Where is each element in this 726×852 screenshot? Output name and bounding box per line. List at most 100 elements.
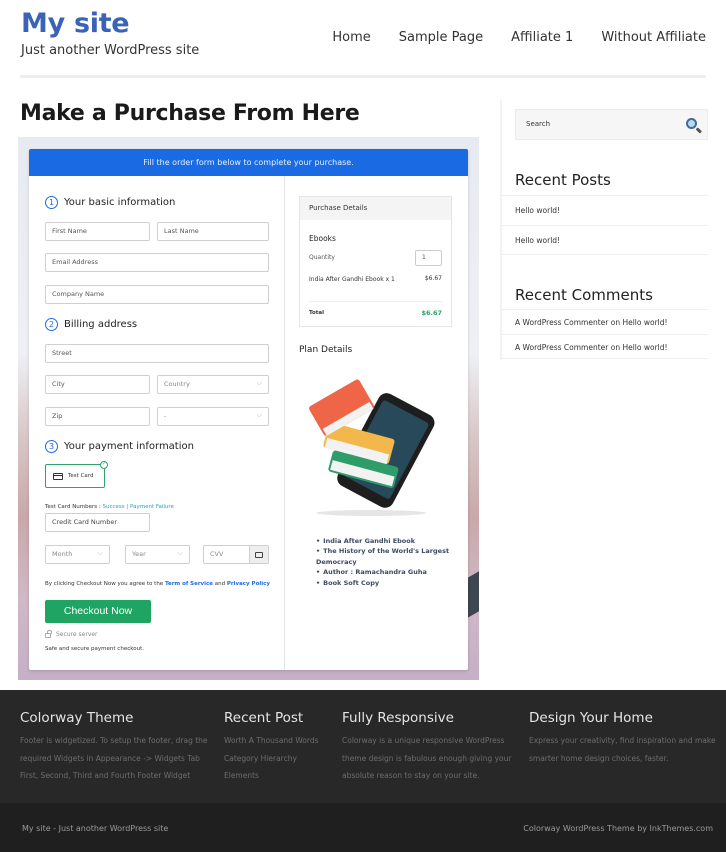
footer-site-link[interactable]: My site - Just another WordPress site	[22, 824, 168, 833]
credit-card-icon	[53, 472, 63, 480]
nav-item-without-affiliate[interactable]: Without Affiliate	[601, 30, 706, 45]
last-name-field[interactable]: Last Name	[157, 222, 269, 241]
footer-post-link[interactable]: Elements	[224, 767, 334, 785]
email-field[interactable]: Email Address	[45, 253, 269, 272]
order-form-card: Fill the order form below to complete yo…	[29, 149, 468, 670]
footer-bottom-bar: My site - Just another WordPress site Co…	[0, 803, 726, 852]
product-category: Ebooks	[309, 234, 336, 243]
step-payment: 3 Your payment information	[45, 440, 194, 453]
agree-and: and	[213, 581, 227, 587]
secure-server-label: Secure server	[56, 631, 98, 638]
footer-widgets: Colorway Theme Footer is widgetized. To …	[0, 690, 726, 803]
footer-col-text: Colorway is a unique responsive WordPres…	[342, 736, 512, 780]
purchase-details-box: Purchase Details Ebooks Quantity 1 India…	[299, 196, 452, 327]
step-number-icon: 1	[45, 196, 58, 209]
test-card-numbers: Test Card Numbers : Success | Payment Fa…	[45, 504, 174, 510]
recent-comments-title: Recent Comments	[515, 286, 653, 304]
footer-col-design-home: Design Your Home Express your creativity…	[529, 710, 721, 767]
lock-icon	[45, 630, 52, 638]
plan-feature: India After Gandhi Ebook	[316, 536, 456, 546]
total-amount: $6.67	[421, 309, 442, 317]
footer-col-responsive: Fully Responsive Colorway is a unique re…	[342, 710, 514, 785]
country-select[interactable]: Country	[157, 375, 269, 394]
footer-col-title: Colorway Theme	[20, 710, 134, 726]
form-banner: Fill the order form below to complete yo…	[29, 149, 468, 176]
nav-item-sample-page[interactable]: Sample Page	[399, 30, 483, 45]
cvv-field[interactable]: CVV	[203, 545, 269, 564]
safe-checkout-text: Safe and secure payment checkout.	[45, 646, 144, 652]
page-title: Make a Purchase From Here	[20, 101, 360, 126]
test-card-option[interactable]: Test Card ✓	[45, 461, 108, 488]
total-label: Total	[309, 310, 325, 316]
recent-comment-link[interactable]: A WordPress Commenter on Hello world!	[502, 309, 708, 334]
books-on-phone-icon	[309, 379, 435, 516]
footer-col-colorway: Colorway Theme Footer is widgetized. To …	[20, 710, 215, 785]
quantity-label: Quantity	[309, 254, 335, 261]
company-name-field[interactable]: Company Name	[45, 285, 269, 304]
footer-theme-credit-link[interactable]: Colorway WordPress Theme by InkThemes.co…	[523, 824, 713, 833]
details-divider	[309, 301, 442, 302]
form-right-column: Purchase Details Ebooks Quantity 1 India…	[286, 176, 468, 670]
step-number-icon: 3	[45, 440, 58, 453]
plan-feature: The History of the World's Largest Democ…	[316, 546, 456, 567]
city-field[interactable]: City	[45, 375, 150, 394]
search-input[interactable]: Search	[515, 109, 708, 140]
step-label: Your basic information	[64, 197, 176, 208]
terms-link[interactable]: Term of Service	[165, 581, 213, 587]
cvv-card-icon	[249, 546, 268, 563]
card-number-field[interactable]: Credit Card Number	[45, 513, 150, 532]
nav-item-affiliate-1[interactable]: Affiliate 1	[511, 30, 573, 45]
plan-details-heading: Plan Details	[299, 345, 353, 355]
line-item-price: $6.67	[424, 275, 442, 282]
payment-failure-link[interactable]: Payment Failure	[130, 504, 174, 510]
recent-posts-title: Recent Posts	[515, 171, 611, 189]
secure-server: Secure server	[45, 630, 98, 638]
agreement-text: By clicking Checkout Now you agree to th…	[45, 581, 270, 587]
checkout-now-button[interactable]: Checkout Now	[45, 600, 151, 623]
first-name-field[interactable]: First Name	[45, 222, 150, 241]
year-select[interactable]: Year	[125, 545, 190, 564]
check-icon: ✓	[100, 461, 108, 469]
step-basic-info: 1 Your basic information	[45, 196, 175, 209]
purchase-form-frame: Fill the order form below to complete yo…	[18, 137, 479, 680]
state-select[interactable]: -	[157, 407, 269, 426]
footer-col-title: Design Your Home	[529, 710, 653, 726]
step-label: Billing address	[64, 319, 138, 330]
plan-feature: Author : Ramachandra Guha	[316, 567, 456, 577]
nav-item-home[interactable]: Home	[332, 30, 370, 45]
site-tagline: Just another WordPress site	[21, 43, 200, 58]
quantity-input[interactable]: 1	[415, 250, 442, 266]
footer-col-text: Express your creativity, find inspiratio…	[529, 736, 716, 763]
footer-col-recent-post: Recent Post Worth A Thousand Words Categ…	[224, 710, 334, 785]
test-card-label: Test Card	[68, 473, 94, 479]
sidebar: Search Recent Posts Hello world! Hello w…	[500, 100, 708, 360]
purchase-details-heading: Purchase Details	[300, 197, 451, 220]
zip-field[interactable]: Zip	[45, 407, 150, 426]
month-select[interactable]: Month	[45, 545, 110, 564]
footer-col-title: Recent Post	[224, 710, 304, 726]
success-link[interactable]: Success	[103, 504, 125, 510]
form-left-column: 1 Your basic information First Name Last…	[29, 176, 285, 670]
site-title-link[interactable]: My site	[21, 8, 130, 39]
step-number-icon: 2	[45, 318, 58, 331]
footer-post-link[interactable]: Category Hierarchy	[224, 750, 334, 768]
recent-post-link[interactable]: Hello world!	[502, 225, 708, 255]
street-field[interactable]: Street	[45, 344, 269, 363]
footer-col-text: Footer is widgetized. To setup the foote…	[20, 736, 208, 780]
recent-comment-link[interactable]: A WordPress Commenter on Hello world!	[502, 334, 708, 359]
site-header: My site Just another WordPress site Home…	[0, 0, 726, 80]
search-icon[interactable]	[686, 118, 697, 129]
agree-prefix: By clicking Checkout Now you agree to th…	[45, 581, 165, 587]
line-item-name: India After Gandhi Ebook x 1	[309, 276, 395, 283]
plan-features-list: India After Gandhi Ebook The History of …	[316, 536, 456, 588]
step-billing: 2 Billing address	[45, 318, 137, 331]
plan-feature: Book Soft Copy	[316, 578, 456, 588]
footer-col-title: Fully Responsive	[342, 710, 454, 726]
step-label: Your payment information	[64, 441, 194, 452]
footer-post-link[interactable]: Worth A Thousand Words	[224, 732, 334, 750]
test-numbers-label: Test Card Numbers :	[45, 504, 103, 510]
header-divider	[20, 75, 706, 78]
privacy-link[interactable]: Privacy Policy	[227, 581, 270, 587]
recent-post-link[interactable]: Hello world!	[502, 195, 708, 225]
search-placeholder: Search	[526, 120, 551, 128]
